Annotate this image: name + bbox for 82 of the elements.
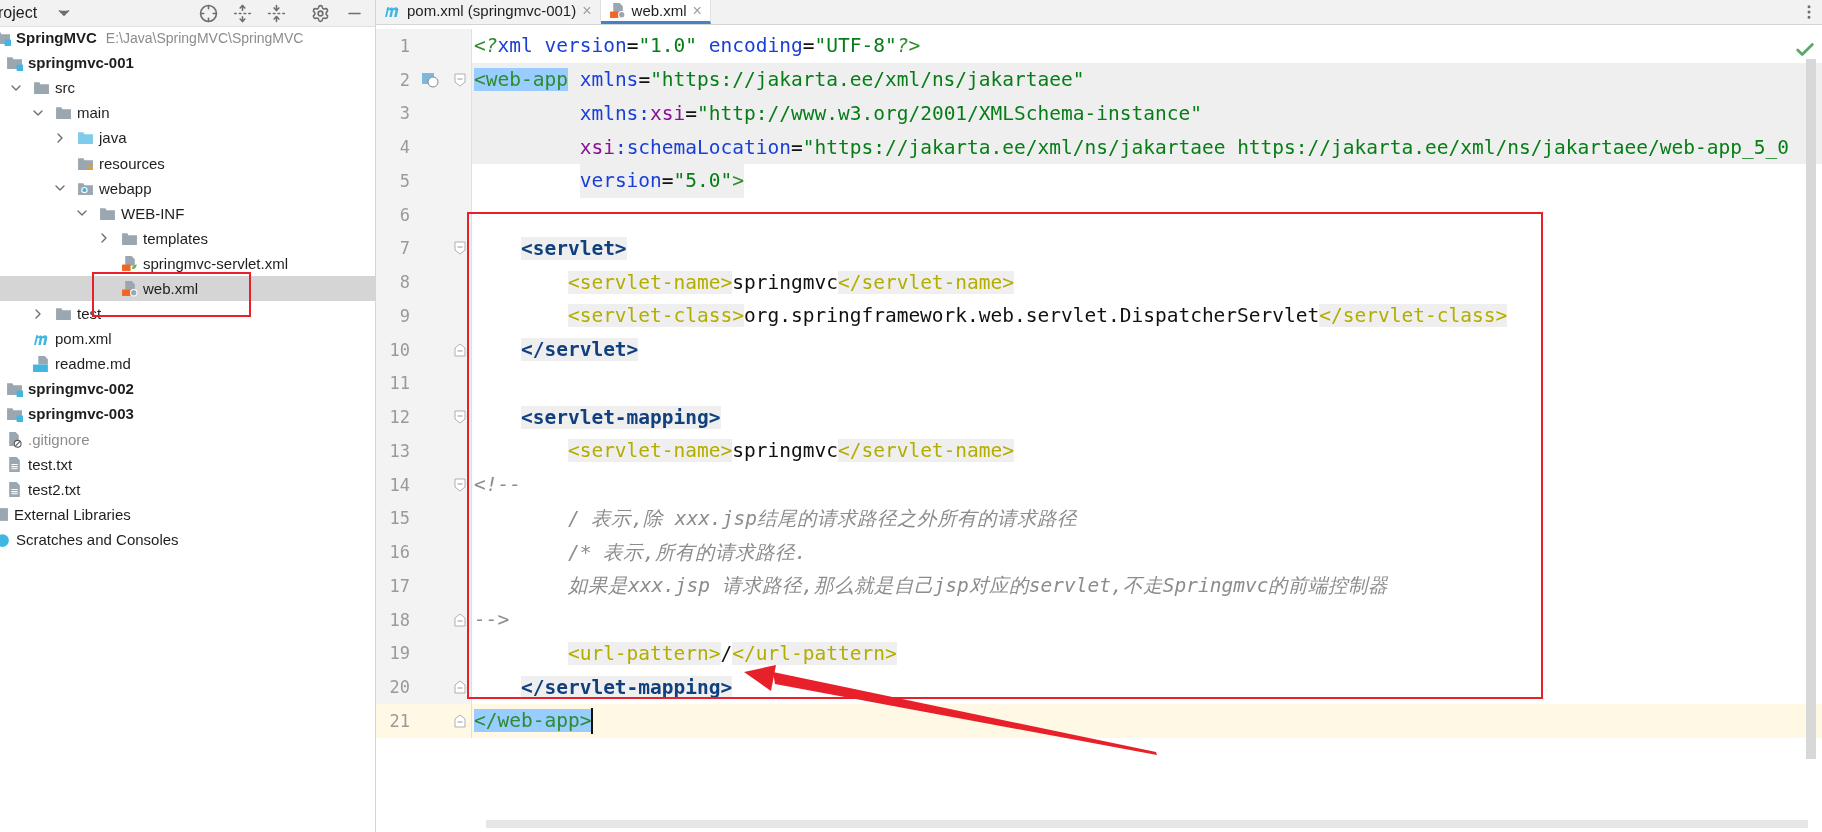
code-line: <servlet-name>springmvc</servlet-name> [567, 438, 1015, 465]
fold-marker-icon[interactable] [454, 241, 466, 256]
module-folder-icon [6, 380, 23, 398]
line-number: 13 [388, 440, 410, 461]
fold-marker-icon[interactable] [454, 410, 466, 425]
line-number: 1 [398, 35, 410, 56]
line-number: 7 [398, 238, 410, 259]
tree-item[interactable]: main [0, 100, 375, 126]
text-file-icon [6, 480, 23, 498]
text-file-icon [6, 455, 23, 473]
tree-item[interactable]: readme.md [0, 351, 375, 377]
code-line: <servlet-name>springmvc</servlet-name> [567, 269, 1015, 296]
fold-marker-icon[interactable] [454, 713, 466, 728]
line-number: 2 [398, 69, 410, 90]
tree-item[interactable]: pom.xml [0, 326, 375, 352]
line-number: 15 [388, 508, 410, 529]
horizontal-scrollbar[interactable] [486, 820, 1808, 828]
code-line: <?xml version="1.0" encoding="UTF-8"?> [474, 33, 921, 60]
line-number: 18 [388, 609, 410, 630]
line-number: 14 [388, 474, 410, 495]
tree-item[interactable]: web.xml [0, 275, 375, 302]
web-marker-icon[interactable] [421, 71, 439, 88]
tree-item[interactable]: src [0, 75, 375, 101]
tree-item[interactable]: Scratches and Consoles [0, 526, 375, 552]
markdown-file-icon [33, 355, 50, 373]
code-line: <servlet-class>org.springframework.web.servlet.DispatcherServlet</servlet-class> [567, 303, 1508, 330]
line-number: 5 [398, 170, 410, 191]
tree-item[interactable]: resources [0, 150, 375, 176]
tree-item[interactable]: java [0, 125, 375, 151]
folder-icon [55, 104, 72, 122]
xml-file-icon [121, 280, 138, 297]
code-line: <web-app xmlns="https://jakarta.ee/xml/ns/jakartaee" [474, 67, 1085, 94]
line-number: 4 [398, 137, 410, 158]
editor-tab[interactable]: web.xml × [600, 0, 711, 24]
tree-item[interactable]: test2.txt [0, 476, 375, 502]
text-caret [591, 707, 594, 734]
code-line: xmlns:xsi="http://www.w3.org/2001/XMLSchema-instance" [579, 100, 1202, 127]
line-number: 6 [398, 204, 410, 225]
folder-icon [33, 79, 50, 97]
fold-marker-icon[interactable] [454, 342, 466, 357]
ignored-file-icon [6, 430, 23, 448]
module-folder-icon [6, 54, 23, 72]
line-number: 17 [388, 575, 410, 596]
code-line: <url-pattern>/</url-pattern> [567, 640, 897, 667]
module-folder-icon [6, 405, 23, 423]
code-line: --> [474, 607, 510, 634]
tree-item[interactable]: External Libraries [0, 501, 375, 527]
line-number: 20 [388, 677, 410, 698]
line-number: 12 [388, 407, 410, 428]
line-number: 3 [398, 103, 410, 124]
line-number: 9 [398, 305, 410, 326]
xml-file-icon [608, 2, 626, 19]
tree-item[interactable]: springmvc-002 [0, 376, 375, 402]
scrollbar[interactable] [1806, 59, 1816, 759]
code-line: /* 表示,所有的请求路径. [567, 539, 807, 566]
tree-item[interactable]: test.txt [0, 451, 375, 477]
line-number: 21 [388, 710, 410, 731]
line-number: 19 [388, 643, 410, 664]
tree-item[interactable]: springmvc-001 [0, 50, 375, 76]
line-number: 8 [398, 272, 410, 293]
code-line: <!-- [474, 472, 521, 499]
project-path: E:\Java\SpringMVC\SpringMVC [105, 29, 304, 46]
folder-icon [77, 129, 94, 147]
xml-file-icon [121, 254, 138, 272]
fold-marker-icon[interactable] [454, 477, 466, 492]
tree-item[interactable]: SpringMVC E:\Java\SpringMVC\SpringMVC [0, 25, 375, 51]
code-line: 如果是xxx.jsp 请求路径,那么就是自己jsp对应的servlet,不走Springmvc的前端控制器 [567, 573, 1389, 600]
tree-item[interactable]: webapp [0, 175, 375, 201]
fold-marker-icon[interactable] [454, 612, 466, 627]
line-number: 10 [388, 339, 410, 360]
fold-marker-icon[interactable] [454, 680, 466, 695]
tree-item[interactable]: springmvc-servlet.xml [0, 250, 375, 276]
code-line: xsi:schemaLocation="https://jakarta.ee/xml/ns/jakartaee https://jakarta.ee/xml/ns/jakartaee/web-app_5_0 [579, 134, 1789, 161]
code-line: / 表示,除 xxx.jsp结尾的请求路径之外所有的请求路径 [567, 505, 1078, 532]
editor-tab[interactable]: pom.xml (springmvc-001) × [376, 0, 601, 24]
line-number: 11 [388, 373, 410, 394]
tree-item[interactable]: templates [0, 225, 375, 251]
tree-item[interactable]: WEB-INF [0, 200, 375, 226]
line-number: 16 [388, 542, 410, 563]
fold-marker-icon[interactable] [454, 72, 466, 87]
folder-icon [55, 305, 72, 323]
tree-item[interactable]: springmvc-003 [0, 401, 375, 427]
